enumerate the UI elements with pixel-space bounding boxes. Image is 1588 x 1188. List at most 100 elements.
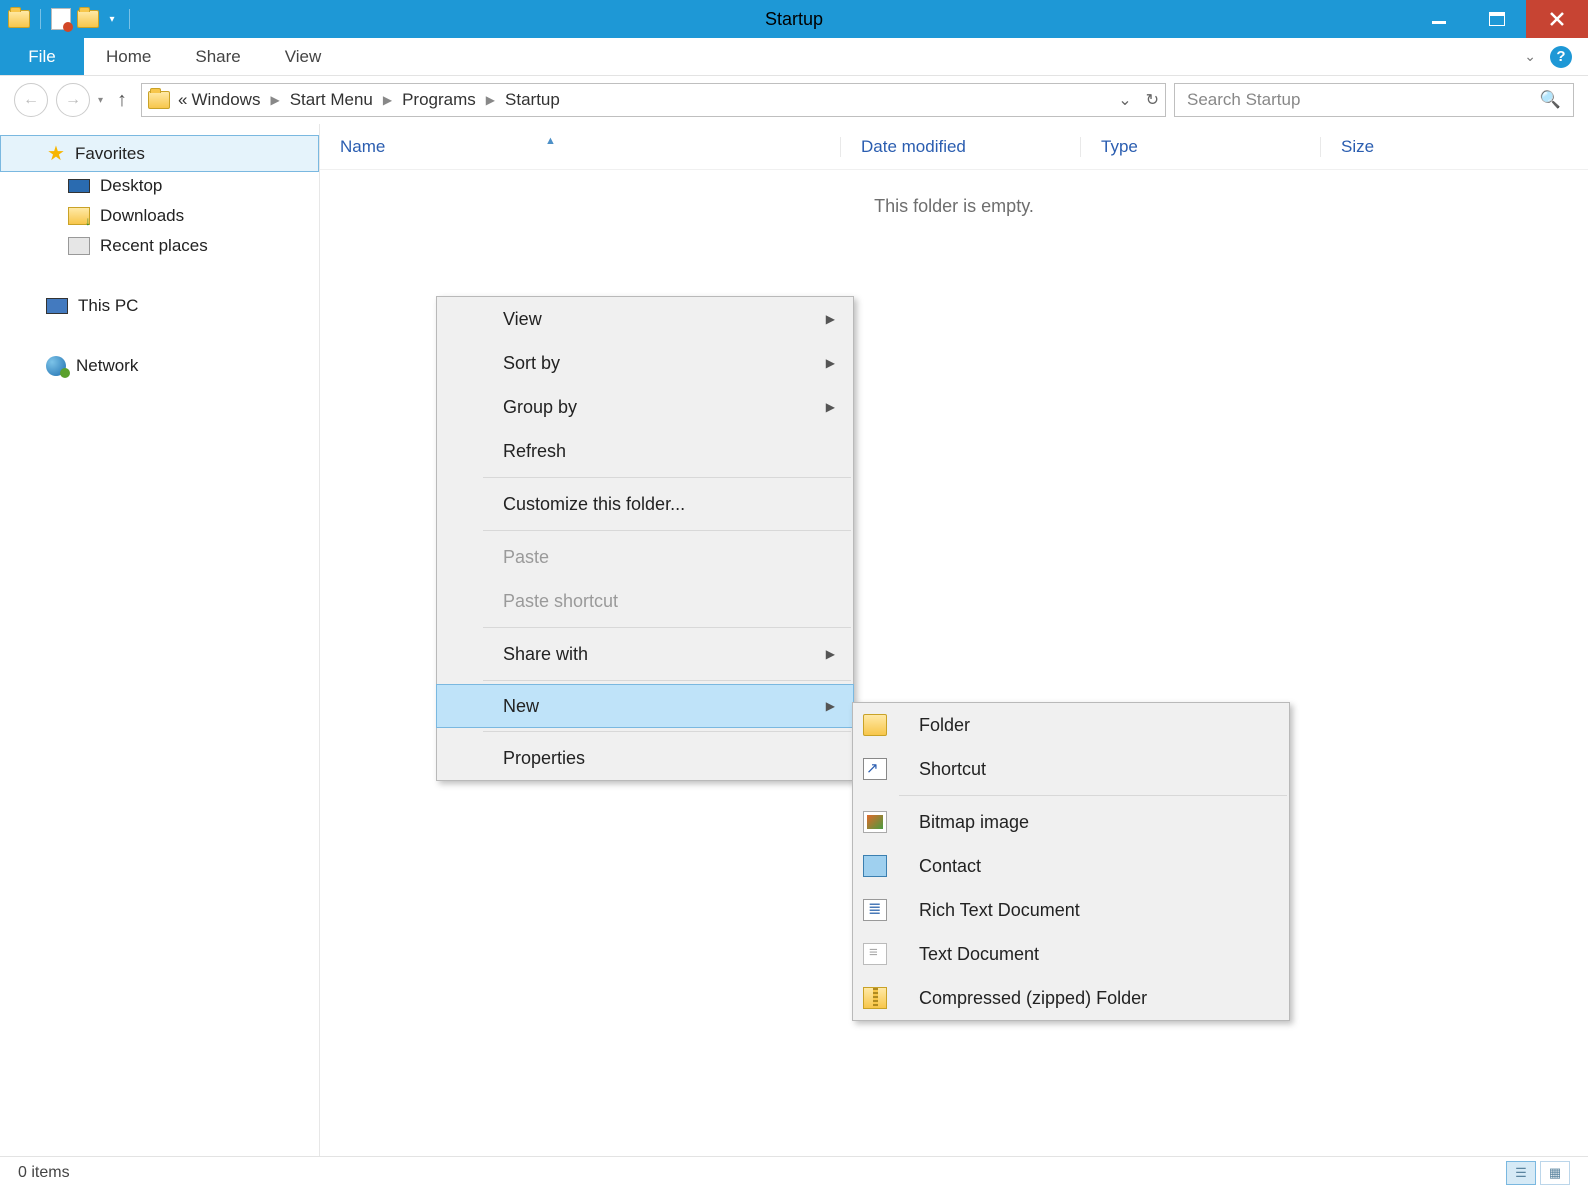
column-size[interactable]: Size <box>1320 137 1470 157</box>
menu-item-label: Rich Text Document <box>919 900 1080 921</box>
breadcrumb-part[interactable]: Programs <box>400 90 478 110</box>
sidebar-label: This PC <box>78 296 138 316</box>
tab-view[interactable]: View <box>263 38 344 75</box>
submenu-arrow-icon: ▶ <box>826 356 835 370</box>
menu-item[interactable]: Shortcut <box>853 747 1289 791</box>
menu-item-label: Shortcut <box>919 759 986 780</box>
breadcrumb-part[interactable]: Startup <box>503 90 562 110</box>
menu-item-label: Contact <box>919 856 981 877</box>
qat-dropdown-icon[interactable]: ▾ <box>105 14 119 25</box>
bmp-icon <box>863 811 887 833</box>
title-bar: ▾ Startup <box>0 0 1588 38</box>
menu-item-label: Refresh <box>503 441 566 462</box>
forward-button[interactable]: → <box>56 83 90 117</box>
zip-icon <box>863 987 887 1009</box>
menu-item[interactable]: Rich Text Document <box>853 888 1289 932</box>
folder-icon <box>863 714 887 736</box>
pc-icon <box>46 298 68 314</box>
address-bar[interactable]: « Windows ▶ Start Menu ▶ Programs ▶ Star… <box>141 83 1166 117</box>
menu-separator <box>483 530 851 531</box>
submenu-arrow-icon: ▶ <box>826 312 835 326</box>
navigation-row: ← → ▾ ↑ « Windows ▶ Start Menu ▶ Program… <box>0 76 1588 124</box>
sidebar-item-recent[interactable]: Recent places <box>0 231 319 261</box>
sidebar-favorites[interactable]: ★ Favorites <box>0 135 319 172</box>
menu-item-label: Share with <box>503 644 588 665</box>
rtf-icon <box>863 899 887 921</box>
submenu-arrow-icon: ▶ <box>826 647 835 661</box>
menu-separator <box>483 680 851 681</box>
column-headers: Name ▲ Date modified Type Size <box>320 124 1588 170</box>
sidebar-label: Desktop <box>100 176 162 196</box>
up-button[interactable]: ↑ <box>111 89 133 112</box>
menu-separator <box>899 795 1287 796</box>
column-date[interactable]: Date modified <box>840 137 1080 157</box>
tab-home[interactable]: Home <box>84 38 173 75</box>
app-folder-icon <box>8 10 30 28</box>
empty-folder-message: This folder is empty. <box>320 170 1588 217</box>
menu-item-label: Bitmap image <box>919 812 1029 833</box>
menu-item[interactable]: Group by▶ <box>437 385 853 429</box>
sidebar-label: Network <box>76 356 138 376</box>
sidebar-item-downloads[interactable]: Downloads <box>0 201 319 231</box>
qat-newfolder-icon[interactable] <box>77 10 99 28</box>
ribbon: File Home Share View ⌄ ? <box>0 38 1588 76</box>
breadcrumb-part[interactable]: Windows <box>190 90 263 110</box>
menu-item[interactable]: Text Document <box>853 932 1289 976</box>
menu-item[interactable]: Refresh <box>437 429 853 473</box>
back-button[interactable]: ← <box>14 83 48 117</box>
tab-share[interactable]: Share <box>173 38 262 75</box>
breadcrumb-overflow[interactable]: « <box>176 90 189 110</box>
menu-item[interactable]: Properties <box>437 736 853 780</box>
contact-icon <box>863 855 887 877</box>
menu-separator <box>483 731 851 732</box>
sort-indicator-icon: ▲ <box>545 135 556 147</box>
menu-item[interactable]: Bitmap image <box>853 800 1289 844</box>
menu-item[interactable]: Contact <box>853 844 1289 888</box>
file-tab[interactable]: File <box>0 38 84 75</box>
refresh-icon[interactable]: ↻ <box>1146 90 1159 110</box>
sidebar-item-network[interactable]: Network <box>0 351 319 381</box>
menu-item: Paste <box>437 535 853 579</box>
menu-item[interactable]: Sort by ▶ <box>437 341 853 385</box>
view-details-button[interactable]: ☰ <box>1506 1161 1536 1185</box>
column-name[interactable]: Name ▲ <box>320 137 840 157</box>
column-type[interactable]: Type <box>1080 137 1320 157</box>
maximize-button[interactable] <box>1468 0 1526 38</box>
menu-item[interactable]: New▶ <box>436 684 854 728</box>
ribbon-expand-icon[interactable]: ⌄ <box>1524 48 1536 65</box>
qat-properties-icon[interactable] <box>51 8 71 30</box>
chevron-right-icon[interactable]: ▶ <box>375 93 400 107</box>
context-menu: View▶Sort by▶Group by▶RefreshCustomize t… <box>436 296 854 781</box>
navigation-sidebar: ★ Favorites Desktop Downloads Recent pla… <box>0 124 320 1156</box>
submenu-arrow-icon: ▶ <box>826 400 835 414</box>
menu-item-label: Properties <box>503 748 585 769</box>
menu-separator <box>483 627 851 628</box>
menu-item[interactable]: Folder <box>853 703 1289 747</box>
sidebar-item-desktop[interactable]: Desktop <box>0 171 319 201</box>
close-button[interactable] <box>1526 0 1588 38</box>
view-thumbnails-button[interactable]: ▦ <box>1540 1161 1570 1185</box>
menu-item-label: Sort by <box>503 353 560 374</box>
address-dropdown-icon[interactable]: ⌄ <box>1118 90 1131 110</box>
menu-item-label: Folder <box>919 715 970 736</box>
chevron-right-icon[interactable]: ▶ <box>478 93 503 107</box>
menu-item-label: New <box>503 696 539 717</box>
new-submenu: Folder Shortcut Bitmap image Contact Rich Te… <box>852 702 1290 1021</box>
sidebar-item-thispc[interactable]: This PC <box>0 291 319 321</box>
history-dropdown-icon[interactable]: ▾ <box>98 95 103 106</box>
menu-item[interactable]: Customize this folder... <box>437 482 853 526</box>
menu-item-label: Customize this folder... <box>503 494 685 515</box>
menu-item[interactable]: Share with ▶ <box>437 632 853 676</box>
network-icon <box>46 356 66 376</box>
breadcrumb-part[interactable]: Start Menu <box>288 90 375 110</box>
status-item-count: 0 items <box>18 1164 70 1182</box>
menu-item[interactable]: Compressed (zipped) Folder <box>853 976 1289 1020</box>
search-box[interactable]: Search Startup 🔍 <box>1174 83 1574 117</box>
menu-item: Paste shortcut <box>437 579 853 623</box>
menu-item-label: Paste <box>503 547 549 568</box>
help-icon[interactable]: ? <box>1550 46 1572 68</box>
menu-item[interactable]: View▶ <box>437 297 853 341</box>
minimize-button[interactable] <box>1410 0 1468 38</box>
chevron-right-icon[interactable]: ▶ <box>262 93 287 107</box>
txt-icon <box>863 943 887 965</box>
